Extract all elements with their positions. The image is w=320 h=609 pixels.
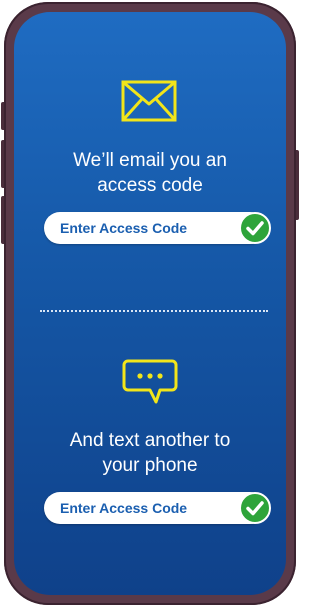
chat-bubble-icon xyxy=(122,359,178,404)
email-caption-line1: We’ll email you an xyxy=(73,150,227,171)
text-access-code-field[interactable]: Enter Access Code xyxy=(44,492,271,524)
text-caption-line1: And text another to xyxy=(69,430,231,451)
email-caption: We’ll email you an access code xyxy=(14,148,286,198)
check-circle-icon xyxy=(239,212,271,244)
phone-screen: We’ll email you an access code Enter Acc… xyxy=(14,12,286,595)
text-access-code-label: Enter Access Code xyxy=(60,500,188,516)
envelope-icon xyxy=(121,80,177,122)
section-divider xyxy=(40,310,268,312)
text-caption-line2: your phone xyxy=(102,455,198,476)
check-circle-icon xyxy=(239,492,271,524)
email-access-code-field[interactable]: Enter Access Code xyxy=(44,212,271,244)
email-access-code-label: Enter Access Code xyxy=(60,220,188,236)
email-caption-line2: access code xyxy=(97,175,203,196)
text-caption: And text another to your phone xyxy=(14,428,286,478)
